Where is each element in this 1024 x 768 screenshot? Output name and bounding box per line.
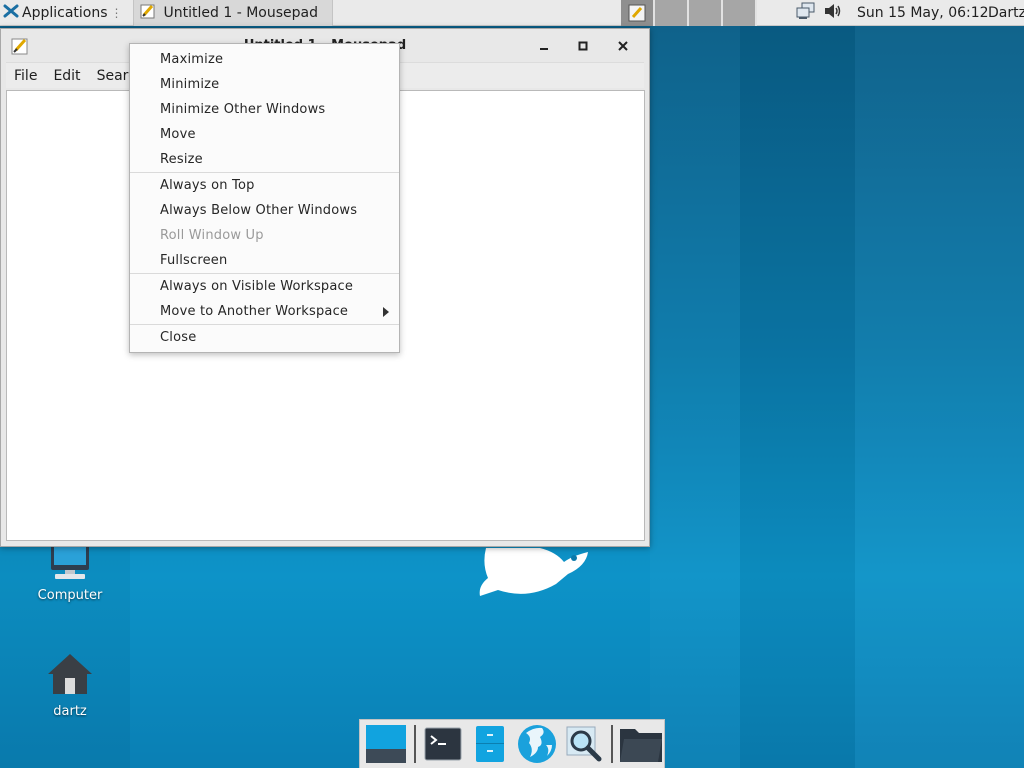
menu-item-roll-window-up: Roll Window Up [160,228,264,243]
menu-item-maximize[interactable]: Maximize [130,47,399,72]
desktop-stripe [740,26,855,768]
dock-separator [413,725,416,763]
taskbar-button-mousepad[interactable]: Untitled 1 - Mousepad [132,0,333,26]
menu-item-label: Move to Another Workspace [160,304,349,319]
menu-item-always-on-visible-workspace[interactable]: Always on Visible Workspace [130,274,399,299]
menu-item-always-below[interactable]: Always Below Other Windows [130,198,399,223]
system-tray [796,0,842,26]
menu-item-close[interactable]: Close [130,325,399,350]
menu-item-fullscreen[interactable]: Fullscreen [130,248,399,273]
volume-icon[interactable] [824,3,842,23]
folder-icon [619,729,662,762]
taskbar-button-label: Untitled 1 - Mousepad [163,4,318,21]
desktop-stripe [650,26,740,768]
desktop-stripe [855,26,1024,768]
window-context-menu: Maximize Minimize Minimize Other Windows… [129,43,400,353]
maximize-icon [578,41,588,51]
dock-show-desktop[interactable] [363,721,410,768]
xfce-mouse-mascot [479,548,588,596]
maximize-button[interactable] [570,33,596,59]
minimize-icon [540,48,548,50]
menu-edit[interactable]: Edit [45,63,88,89]
close-icon [618,41,628,51]
bottom-dock [359,719,665,768]
mousepad-icon [140,3,156,23]
menu-item-move-to-another-workspace[interactable]: Move to Another Workspace [130,299,399,324]
dock-web-browser[interactable] [513,721,560,768]
app-finder-icon [566,726,602,762]
applications-label: Applications [22,4,108,21]
submenu-arrow-icon [383,307,389,317]
computer-icon [51,544,89,579]
close-button[interactable] [610,33,636,59]
minimize-button[interactable] [531,33,557,59]
dock-folder[interactable] [617,721,664,768]
web-browser-icon [517,725,556,763]
home-icon [48,654,92,694]
menu-file[interactable]: File [6,63,45,89]
menu-item-always-on-top[interactable]: Always on Top [130,173,399,198]
menu-item-minimize-other-windows[interactable]: Minimize Other Windows [130,97,399,122]
workspace-2[interactable] [655,0,689,26]
clock[interactable]: Sun 15 May, 06:12 [857,0,989,26]
desktop-icon-label: Computer [37,588,103,603]
mousepad-icon [628,4,646,22]
desktop-icon-home[interactable]: dartz [15,652,125,719]
desktop-icon-label: dartz [53,704,87,719]
menu-item-minimize[interactable]: Minimize [130,72,399,97]
terminal-icon [424,727,462,761]
dock-separator [611,725,614,763]
workspace-1[interactable] [621,0,655,26]
network-icon[interactable] [796,2,816,24]
workspace-3[interactable] [689,0,723,26]
file-manager-icon [476,726,505,762]
top-panel: Applications ⋮ Untitled 1 - Mousepad Sun… [0,0,1024,26]
applications-menu-button[interactable]: Applications ⋮ [0,0,129,26]
xfce-logo-icon [3,3,19,23]
workspace-switcher [621,0,757,26]
desktop-icon-computer[interactable]: Computer [15,544,125,603]
panel-separator: ⋮ [110,5,123,20]
menu-item-resize[interactable]: Resize [130,147,399,172]
show-desktop-icon [366,725,407,763]
dock-file-manager[interactable] [467,721,514,768]
workspace-4[interactable] [723,0,757,26]
user-menu[interactable]: Dartz [988,0,1024,26]
dock-app-finder[interactable] [560,721,607,768]
dock-terminal[interactable] [420,721,467,768]
menu-item-move[interactable]: Move [130,122,399,147]
